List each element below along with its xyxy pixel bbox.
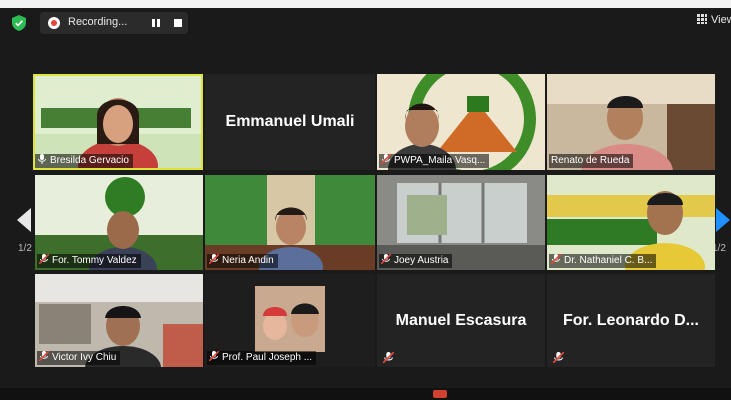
muted-microphone-icon [209,351,219,361]
participant-name-placeholder: Emmanuel Umali [225,113,355,130]
participant-name-label: Victor Ivy Chiu [37,351,121,365]
participant-tile[interactable]: For. Leonardo D... [547,274,715,367]
participant-name-label: Neria Andin [207,254,278,268]
stop-recording-icon[interactable] [174,19,182,27]
participant-tile[interactable]: Prof. Paul Joseph ... [205,274,375,367]
muted-microphone-icon [381,254,391,264]
top-window-strip [0,0,731,8]
participant-name-placeholder: For. Leonardo D... [562,311,699,329]
muted-microphone-icon [553,352,564,363]
microphone-icon [38,154,46,164]
pause-recording-icon[interactable] [152,19,160,27]
muted-microphone-icon [551,254,561,264]
view-label: View [711,14,731,26]
participant-name-label: PWPA_Maila Vasq... [379,154,490,168]
recording-label: Recording... [68,16,128,28]
muted-microphone-icon [383,352,394,363]
participant-name-label: Dr. Nathaniel C. B... [549,254,657,268]
participant-name-placeholder: Manuel Escasura [395,311,527,329]
participant-tile[interactable]: Renato de Rueda [547,74,715,170]
participant-name-label: Bresilda Gervacio [35,154,133,168]
next-page-arrow-icon[interactable] [716,208,730,232]
muted-microphone-icon [39,254,49,264]
participant-name-label: For. Tommy Valdez [37,254,141,268]
meeting-top-bar: Recording... View [0,8,731,38]
participant-name-label: Joey Austria [379,254,453,268]
muted-microphone-icon [209,254,219,264]
participant-tile[interactable]: PWPA_Maila Vasq... [377,74,545,170]
security-shield-icon[interactable] [12,15,26,31]
recording-dot-icon [48,17,60,29]
page-indicator-left: 1/2 [18,243,32,254]
view-button[interactable]: View [697,14,731,26]
participant-tile[interactable]: Emmanuel Umali [205,74,375,170]
participant-tile[interactable]: Dr. Nathaniel C. B... [547,175,715,270]
participant-tile[interactable]: Bresilda Gervacio [33,74,203,170]
muted-microphone-icon [381,154,391,164]
participant-name-label: Prof. Paul Joseph ... [207,351,317,365]
participant-tile[interactable]: Victor Ivy Chiu [35,274,203,367]
bottom-toolbar-edge [0,388,731,400]
participant-tile[interactable]: Joey Austria [377,175,545,270]
share-screen-icon[interactable] [433,390,447,398]
muted-microphone-icon [39,351,49,361]
recording-indicator: Recording... [40,12,188,34]
participant-tile[interactable]: For. Tommy Valdez [35,175,203,270]
participant-tile[interactable]: Neria Andin [205,175,375,270]
grid-view-icon [697,14,707,24]
previous-page-arrow-icon[interactable] [17,208,31,232]
participant-name-label: Renato de Rueda [549,154,634,168]
participant-tile[interactable]: Manuel Escasura [377,274,545,367]
